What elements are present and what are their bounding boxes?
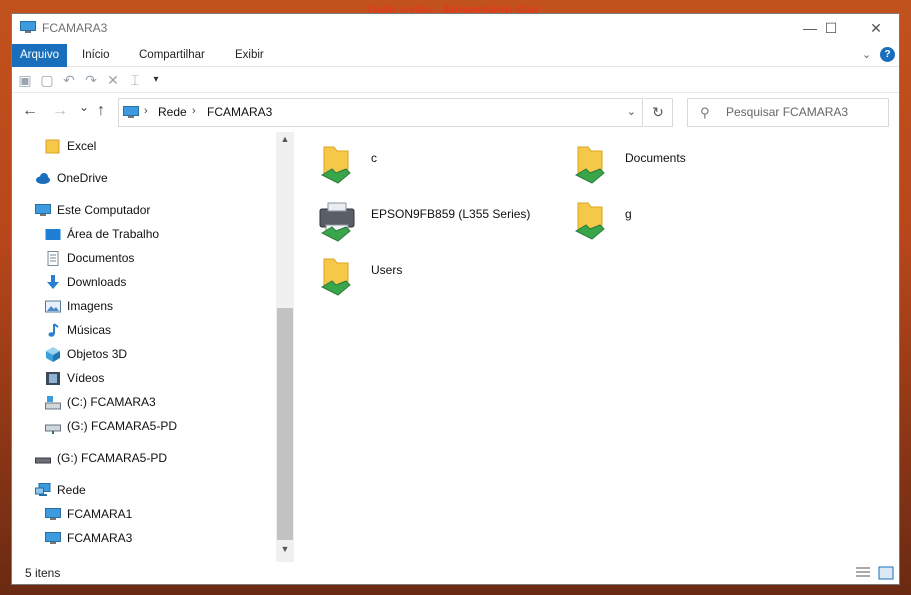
- tab-compartilhar[interactable]: Compartilhar: [131, 44, 213, 67]
- computer-icon: [123, 106, 139, 118]
- search-box[interactable]: ⚲: [687, 98, 889, 127]
- back-button[interactable]: ←: [22, 102, 38, 120]
- breadcrumb-fcamara3[interactable]: FCAMARA3: [207, 105, 272, 119]
- redo-icon[interactable]: ↷: [83, 72, 99, 88]
- delete-icon[interactable]: ✕: [105, 72, 121, 88]
- quick-access-toolbar: ▣ ▢ ↶ ↷ ✕ ⌶ ▾: [12, 67, 899, 93]
- navigation-pane: Excel OneDrive Este Computador Área de T…: [12, 132, 299, 562]
- shared-folder-icon: [320, 258, 351, 296]
- maximize-button[interactable]: ☐: [808, 14, 854, 42]
- refresh-button[interactable]: ↻: [644, 98, 673, 127]
- file-item-c[interactable]: c: [312, 137, 562, 187]
- item-count: 5 itens: [25, 566, 61, 580]
- folder-icon: [45, 139, 60, 154]
- ribbon-tab-bar: Arquivo Início Compartilhar Exibir ⌄ ?: [12, 44, 899, 67]
- close-button[interactable]: ✕: [853, 14, 899, 42]
- scroll-down-icon[interactable]: ▼: [276, 544, 294, 560]
- images-icon: [45, 300, 61, 313]
- tab-exibir[interactable]: Exibir: [227, 44, 272, 67]
- details-view-icon[interactable]: [855, 566, 871, 580]
- navigation-bar: ← → ⌄ ↑ › Rede › FCAMARA3 ⌄ ↻ ⚲: [12, 94, 899, 130]
- music-icon: [48, 323, 59, 337]
- customize-toolbar-icon[interactable]: ▾: [148, 72, 164, 88]
- computer-icon: [45, 508, 61, 520]
- new-folder-icon[interactable]: ▢: [39, 72, 55, 88]
- documents-icon: [47, 251, 59, 266]
- desktop-icon: [45, 229, 61, 240]
- chevron-right-icon[interactable]: ›: [192, 105, 196, 117]
- network-drive-icon: [45, 424, 61, 434]
- file-list: c Documents EPSON9FB859 (L355 Series) g …: [312, 132, 898, 562]
- scroll-up-icon[interactable]: ▲: [276, 134, 294, 150]
- shared-folder-icon: [574, 146, 605, 184]
- computer-icon: [20, 21, 36, 33]
- help-icon[interactable]: ?: [880, 47, 895, 62]
- search-input[interactable]: [726, 105, 881, 119]
- computer-icon: [35, 204, 51, 216]
- file-item-printer[interactable]: EPSON9FB859 (L355 Series): [312, 193, 562, 243]
- breadcrumb-rede[interactable]: Rede: [158, 105, 187, 119]
- computer-icon: [45, 532, 61, 544]
- chevron-down-icon[interactable]: ⌄: [627, 105, 636, 118]
- download-icon: [47, 275, 59, 289]
- forward-button[interactable]: →: [52, 102, 68, 120]
- scrollbar-thumb[interactable]: [277, 308, 293, 540]
- undo-icon[interactable]: ↶: [61, 72, 77, 88]
- tab-inicio[interactable]: Início: [74, 44, 118, 67]
- properties-icon[interactable]: ▣: [17, 72, 33, 88]
- cloud-icon: [36, 173, 50, 184]
- chevron-right-icon[interactable]: ›: [144, 105, 148, 117]
- drive-icon: [45, 396, 61, 410]
- network-icon: [35, 483, 51, 496]
- title-bar[interactable]: FCAMARA3 — ☐ ✕: [12, 14, 899, 44]
- shared-folder-icon: [320, 146, 351, 184]
- tab-arquivo[interactable]: Arquivo: [12, 44, 67, 67]
- sidebar-scrollbar[interactable]: ▲ ▼: [276, 132, 294, 562]
- file-item-documents[interactable]: Documents: [566, 137, 816, 187]
- file-item-users[interactable]: Users: [312, 249, 562, 299]
- search-icon: ⚲: [700, 105, 710, 120]
- large-icons-view-icon[interactable]: [878, 566, 894, 580]
- printer-icon: [319, 202, 355, 242]
- address-bar[interactable]: › Rede › FCAMARA3 ⌄: [118, 98, 643, 127]
- shared-folder-icon: [574, 202, 605, 240]
- chevron-down-icon[interactable]: ⌄: [862, 48, 871, 61]
- status-bar: 5 itens: [12, 564, 899, 584]
- file-item-g[interactable]: g: [566, 193, 816, 243]
- video-icon: [46, 372, 60, 385]
- drive-icon: [35, 457, 51, 464]
- rename-icon[interactable]: ⌶: [127, 72, 143, 88]
- recent-locations-button[interactable]: ⌄: [79, 100, 89, 114]
- up-button[interactable]: ↑: [97, 102, 105, 120]
- window-title: FCAMARA3: [42, 21, 108, 35]
- cube-icon: [46, 347, 60, 362]
- file-explorer-window: FCAMARA3 — ☐ ✕ Arquivo Início Compartilh…: [11, 13, 900, 585]
